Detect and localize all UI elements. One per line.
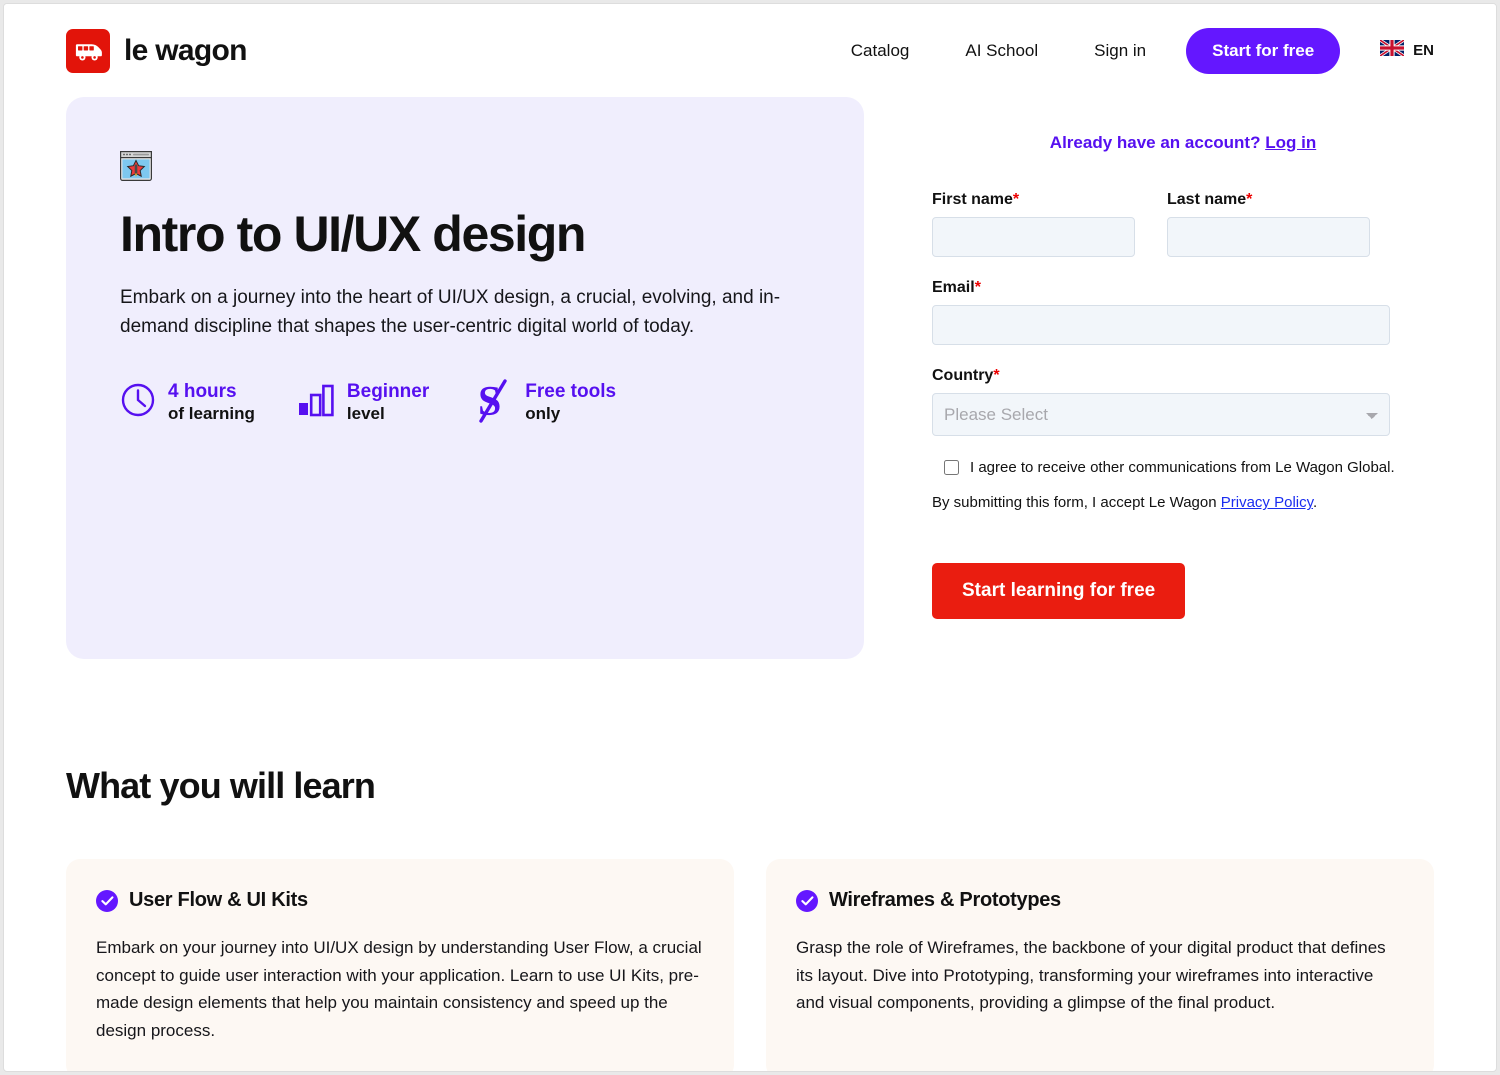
stat-level: Beginner level: [297, 381, 429, 423]
stat-duration: 4 hours of learning: [120, 381, 255, 423]
privacy-policy-link[interactable]: Privacy Policy: [1221, 494, 1313, 511]
clock-icon: [120, 382, 156, 423]
browser-viewport: le wagon Catalog AI School Sign in Start…: [3, 3, 1497, 1072]
country-select[interactable]: Please Select: [932, 393, 1390, 436]
site-header: le wagon Catalog AI School Sign in Start…: [4, 4, 1496, 97]
last-name-label: Last name*: [1167, 191, 1370, 209]
learn-card-body: Embark on your journey into UI/UX design…: [96, 938, 702, 1041]
email-label-text: Email: [932, 279, 975, 296]
first-name-input[interactable]: [932, 217, 1135, 257]
hero-section: Intro to UI/UX design Embark on a journe…: [4, 97, 1496, 659]
first-name-label-text: First name: [932, 191, 1013, 208]
email-label: Email*: [932, 279, 1390, 297]
learn-card-grid: User Flow & UI Kits Embark on your journ…: [66, 859, 1434, 1071]
learn-card: User Flow & UI Kits Embark on your journ…: [66, 859, 734, 1071]
learn-card-body: Grasp the role of Wireframes, the backbo…: [796, 938, 1386, 1013]
what-you-will-learn-section: What you will learn User Flow & UI Kits …: [4, 659, 1496, 1071]
legal-notice: By submitting this form, I accept Le Wag…: [932, 494, 1434, 511]
stat-tools: S Free tools only: [471, 375, 616, 430]
marketing-consent-checkbox[interactable]: [944, 460, 959, 475]
brand-name: le wagon: [124, 33, 247, 67]
log-in-link[interactable]: Log in: [1265, 133, 1316, 152]
country-field-group: Country* Please Select: [932, 367, 1390, 436]
learn-card-title: Wireframes & Prototypes: [829, 889, 1061, 911]
nav-item-ai-school[interactable]: AI School: [937, 41, 1066, 61]
stat-tools-value: Free tools: [525, 381, 617, 403]
legal-prefix: By submitting this form, I accept Le Wag…: [932, 494, 1221, 512]
country-label: Country*: [932, 367, 1390, 385]
legal-suffix: .: [1313, 494, 1318, 512]
required-marker: *: [1012, 191, 1020, 208]
start-for-free-button[interactable]: Start for free: [1186, 27, 1341, 74]
required-marker: *: [993, 367, 1000, 384]
existing-account-prompt: Already have an account? Log in: [932, 133, 1434, 153]
marketing-consent-row: I agree to receive other communications …: [944, 458, 1434, 478]
signup-form: Already have an account? Log in First na…: [864, 97, 1434, 620]
check-circle-icon: [796, 889, 818, 912]
nav-item-catalog[interactable]: Catalog: [823, 41, 938, 61]
uk-flag-icon: [1379, 38, 1406, 61]
brand-logo[interactable]: le wagon: [66, 28, 247, 73]
country-label-text: Country: [932, 367, 994, 384]
language-selector[interactable]: EN: [1379, 38, 1434, 61]
course-stats: 4 hours of learning Beginner level S Fre…: [120, 375, 810, 430]
main-nav: Catalog AI School Sign in Start for free…: [823, 4, 1434, 97]
stat-duration-value: 4 hours: [168, 381, 237, 403]
page-title: Intro to UI/UX design: [120, 206, 586, 262]
hero-description: Embark on a journey into the heart of UI…: [120, 287, 781, 337]
email-input[interactable]: [932, 305, 1390, 345]
nav-item-sign-in[interactable]: Sign in: [1066, 41, 1174, 61]
dollar-crossed-icon: S: [471, 375, 513, 430]
stat-duration-label: of learning: [168, 403, 255, 423]
check-circle-icon: [96, 889, 118, 912]
bar-chart-icon: [297, 382, 335, 423]
start-learning-button[interactable]: Start learning for free: [932, 563, 1186, 620]
last-name-label-text: Last name: [1167, 191, 1247, 208]
learn-card-header: User Flow & UI Kits: [96, 889, 704, 912]
existing-account-text: Already have an account?: [1049, 133, 1261, 152]
wagon-bus-logo-icon: [66, 28, 110, 73]
learn-card: Wireframes & Prototypes Grasp the role o…: [766, 859, 1434, 1071]
last-name-field-group: Last name*: [1167, 191, 1370, 257]
language-code: EN: [1413, 42, 1434, 59]
required-marker: *: [1246, 191, 1253, 208]
learn-card-title: User Flow & UI Kits: [129, 889, 308, 911]
first-name-label: First name*: [932, 191, 1135, 209]
browser-window-art-icon: [120, 151, 152, 181]
stat-tools-label: only: [525, 403, 561, 423]
stat-level-label: level: [346, 403, 385, 423]
learn-card-header: Wireframes & Prototypes: [796, 889, 1404, 912]
last-name-input[interactable]: [1167, 217, 1370, 257]
marketing-consent-label: I agree to receive other communications …: [970, 459, 1395, 476]
section-heading: What you will learn: [66, 765, 376, 806]
email-field-group: Email*: [932, 279, 1390, 345]
course-hero-card: Intro to UI/UX design Embark on a journe…: [66, 97, 864, 659]
stat-level-value: Beginner: [346, 381, 430, 403]
required-marker: *: [974, 279, 981, 296]
first-name-field-group: First name*: [932, 191, 1135, 257]
